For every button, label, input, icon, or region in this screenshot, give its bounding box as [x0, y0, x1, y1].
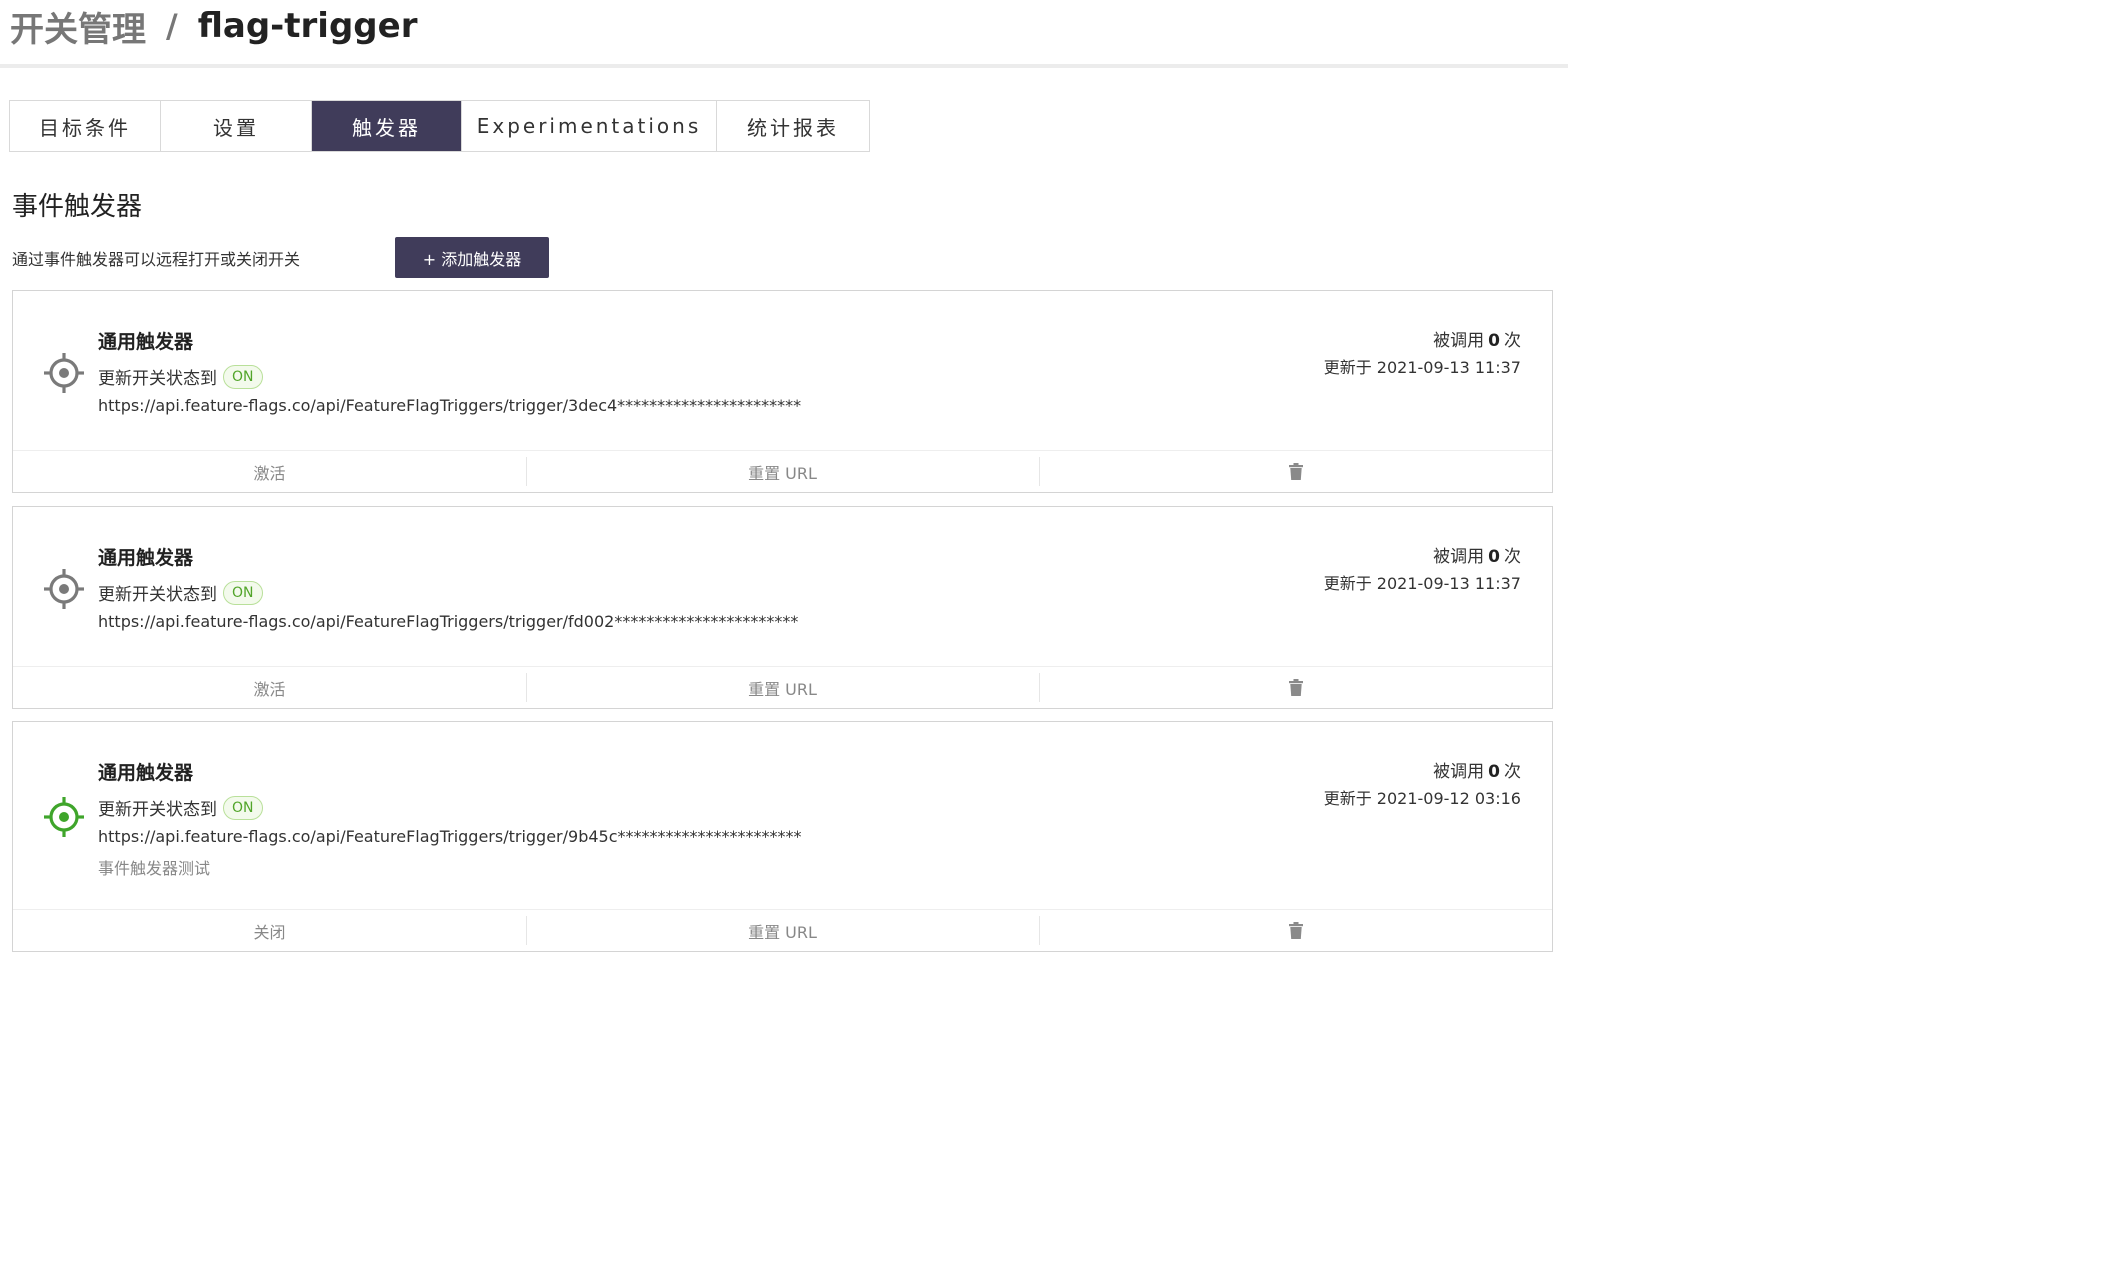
trigger-status: 更新开关状态到 ON: [98, 364, 263, 389]
trigger-name: 通用触发器: [98, 547, 194, 569]
trigger-card: 通用触发器 更新开关状态到 ON https://api.feature-fla…: [12, 506, 1553, 709]
breadcrumb-separator: /: [166, 7, 178, 45]
trigger-url: https://api.feature-flags.co/api/Feature…: [98, 396, 802, 415]
target-icon: [44, 353, 84, 393]
reset-url-button[interactable]: 重置 URL: [526, 667, 1039, 708]
add-trigger-button[interactable]: + 添加触发器: [395, 237, 549, 278]
calls-suffix: 次: [1504, 762, 1521, 782]
reset-url-button[interactable]: 重置 URL: [526, 910, 1039, 951]
trigger-calls: 被调用 0 次: [1433, 326, 1521, 351]
delete-button[interactable]: [1039, 667, 1552, 708]
trigger-updated: 更新于 2021-09-12 03:16: [1323, 789, 1521, 808]
page-header: 开关管理 / flag-trigger: [0, 0, 1568, 68]
trigger-calls: 被调用 0 次: [1433, 757, 1521, 782]
section-description: 通过事件触发器可以远程打开或关闭开关: [12, 250, 301, 269]
trigger-calls: 被调用 0 次: [1433, 542, 1521, 567]
deactivate-button[interactable]: 关闭: [13, 910, 526, 951]
trigger-status: 更新开关状态到 ON: [98, 580, 263, 605]
status-label: 更新开关状态到: [98, 585, 217, 605]
trigger-status: 更新开关状态到 ON: [98, 795, 263, 820]
trigger-name: 通用触发器: [98, 762, 194, 784]
breadcrumb: 开关管理 / flag-trigger: [10, 2, 418, 51]
delete-button[interactable]: [1039, 451, 1552, 492]
trash-icon: [1288, 679, 1303, 696]
trash-icon: [1288, 463, 1303, 480]
tab-settings[interactable]: 设置: [161, 101, 312, 151]
trigger-actions: 激活 重置 URL: [13, 450, 1552, 492]
trigger-note: 事件触发器测试: [98, 859, 211, 878]
trigger-url: https://api.feature-flags.co/api/Feature…: [98, 612, 799, 631]
trigger-card: 通用触发器 更新开关状态到 ON https://api.feature-fla…: [12, 721, 1553, 952]
calls-prefix: 被调用: [1433, 331, 1485, 351]
trigger-updated: 更新于 2021-09-13 11:37: [1323, 358, 1521, 377]
trigger-actions: 激活 重置 URL: [13, 666, 1552, 708]
status-label: 更新开关状态到: [98, 369, 217, 389]
activate-button[interactable]: 激活: [13, 667, 526, 708]
activate-button[interactable]: 激活: [13, 451, 526, 492]
calls-suffix: 次: [1504, 547, 1521, 567]
tab-experimentations[interactable]: Experimentations: [462, 101, 717, 151]
target-icon: [44, 797, 84, 837]
tab-reports[interactable]: 统计报表: [717, 101, 869, 151]
status-badge: ON: [223, 580, 263, 605]
status-badge: ON: [223, 364, 263, 389]
status-badge: ON: [223, 795, 263, 820]
reset-url-button[interactable]: 重置 URL: [526, 451, 1039, 492]
calls-count: 0: [1488, 547, 1500, 567]
trigger-url: https://api.feature-flags.co/api/Feature…: [98, 827, 802, 846]
breadcrumb-parent[interactable]: 开关管理: [10, 2, 146, 51]
trigger-updated: 更新于 2021-09-13 11:37: [1323, 574, 1521, 593]
calls-count: 0: [1488, 331, 1500, 351]
trigger-card: 通用触发器 更新开关状态到 ON https://api.feature-fla…: [12, 290, 1553, 493]
tab-triggers[interactable]: 触发器: [312, 101, 462, 151]
section-title: 事件触发器: [12, 192, 143, 222]
tab-targeting[interactable]: 目标条件: [10, 101, 161, 151]
trigger-name: 通用触发器: [98, 331, 194, 353]
calls-suffix: 次: [1504, 331, 1521, 351]
trash-icon: [1288, 922, 1303, 939]
trigger-actions: 关闭 重置 URL: [13, 909, 1552, 951]
target-icon: [44, 569, 84, 609]
calls-count: 0: [1488, 762, 1500, 782]
delete-button[interactable]: [1039, 910, 1552, 951]
breadcrumb-current: flag-trigger: [197, 6, 418, 46]
status-label: 更新开关状态到: [98, 800, 217, 820]
calls-prefix: 被调用: [1433, 762, 1485, 782]
calls-prefix: 被调用: [1433, 547, 1485, 567]
tab-bar: 目标条件 设置 触发器 Experimentations 统计报表: [9, 100, 870, 152]
